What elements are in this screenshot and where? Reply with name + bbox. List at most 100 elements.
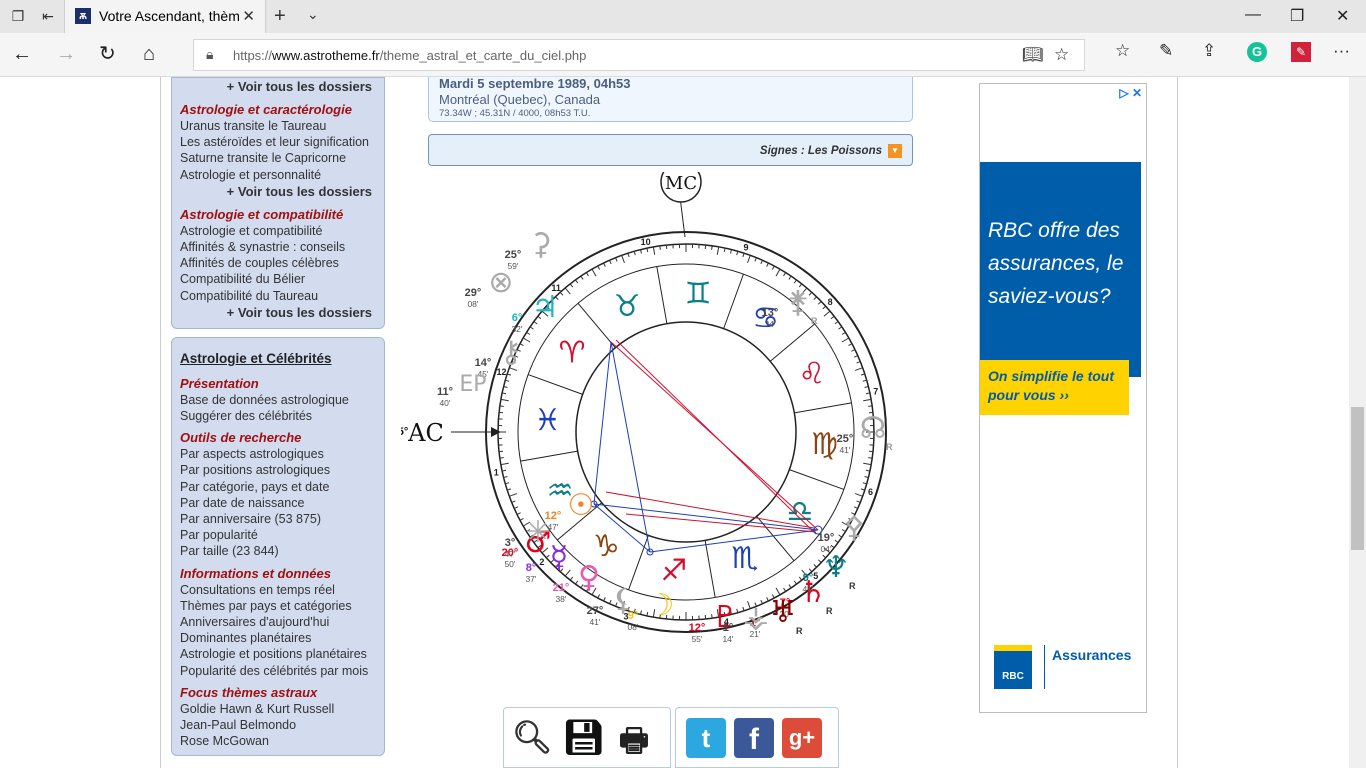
- planet-glyph: ♆: [823, 550, 850, 585]
- sidebar-link[interactable]: Affinités de couples célèbres: [180, 255, 376, 271]
- planet-glyph: EP: [459, 372, 486, 397]
- extension-icon[interactable]: ✎: [1291, 42, 1311, 62]
- sidebar-link[interactable]: Astrologie et personnalité: [180, 167, 376, 183]
- planet-minutes: 47': [504, 549, 515, 559]
- close-window-icon[interactable]: ✕: [1336, 6, 1349, 26]
- favorites-hub-icon[interactable]: ☆: [1115, 41, 1130, 61]
- sidebar-link[interactable]: Les astéroïdes et leur signification: [180, 134, 376, 150]
- degree-tick: [868, 405, 873, 407]
- planet-degree: 11°: [437, 386, 453, 398]
- home-icon[interactable]: ⌂: [143, 43, 155, 65]
- planet-minutes: 08': [467, 299, 478, 309]
- sidebar-link[interactable]: Par date de naissance: [180, 495, 376, 511]
- sidebar-link[interactable]: Affinités & synastrie : conseils: [180, 239, 376, 255]
- url-text[interactable]: https://www.astrotheme.fr/theme_astral_e…: [233, 48, 586, 63]
- retrograde-marker: R: [796, 626, 803, 636]
- section-heading[interactable]: Astrologie et compatibilité: [180, 207, 376, 223]
- section-heading[interactable]: Outils de recherche: [180, 430, 376, 446]
- sidebar-link[interactable]: Astrologie et compatibilité: [180, 223, 376, 239]
- see-all-dossiers-link[interactable]: + Voir tous les dossiers: [180, 304, 376, 322]
- sidebar-box-celebrities: Astrologie et Célébrités Présentation Ba…: [171, 336, 385, 757]
- sidebar-link[interactable]: Par taille (23 844): [180, 543, 376, 559]
- box-title-link[interactable]: Astrologie et Célébrités: [180, 338, 376, 370]
- tab-actions-icon[interactable]: ❐: [10, 8, 26, 24]
- house-number: 9: [743, 242, 748, 252]
- house-number: 10: [641, 237, 651, 247]
- sidebar-link[interactable]: Par anniversaire (53 875): [180, 511, 376, 527]
- sidebar-link[interactable]: Par positions astrologiques: [180, 462, 376, 478]
- sidebar-link[interactable]: Suggérer des célébrités: [180, 408, 376, 424]
- print-icon[interactable]: 🖶: [614, 718, 654, 758]
- sidebar-link[interactable]: Par aspects astrologiques: [180, 446, 376, 462]
- sidebar-link[interactable]: Astrologie et positions planétaires: [180, 646, 376, 662]
- planet-minutes: 38': [555, 594, 566, 604]
- facebook-icon[interactable]: f: [734, 718, 774, 758]
- back-icon[interactable]: ←: [12, 43, 32, 65]
- forward-icon[interactable]: →: [56, 43, 76, 65]
- section-heading[interactable]: Informations et données: [180, 566, 376, 582]
- sidebar-link[interactable]: Compatibilité du Taureau: [180, 288, 376, 304]
- zodiac-sign-glyph: ♎: [786, 495, 813, 530]
- reading-view-icon[interactable]: 📖︎: [1022, 45, 1044, 65]
- sidebar-link[interactable]: Consultations en temps réel: [180, 582, 376, 598]
- page-scrollbar[interactable]: [1349, 77, 1366, 768]
- sidebar-link[interactable]: Uranus transite le Taureau: [180, 118, 376, 134]
- degree-tick: [711, 245, 713, 250]
- share-icon[interactable]: ⇪: [1202, 41, 1216, 61]
- sidebar-link[interactable]: Jean-Paul Belmondo: [180, 717, 376, 733]
- signs-dropdown[interactable]: Signes : Les Poissons ▼: [428, 134, 913, 166]
- grammarly-icon[interactable]: G: [1247, 42, 1267, 62]
- chart-tools: 🔍︎ 💾︎ 🖶: [503, 707, 671, 768]
- inner-ring: [575, 321, 797, 543]
- retrograde-marker: R: [886, 442, 893, 452]
- sidebar-link[interactable]: Base de données astrologique: [180, 392, 376, 408]
- twitter-icon[interactable]: t: [686, 718, 726, 758]
- close-tab-icon[interactable]: ✕: [242, 7, 255, 25]
- zodiac-sign-glyph: ♌: [799, 356, 826, 391]
- sidebar-link[interactable]: Dominantes planétaires: [180, 630, 376, 646]
- search-icon[interactable]: 🔍︎: [512, 718, 553, 758]
- planet-degree: 21°: [553, 582, 570, 594]
- scrollbar-thumb[interactable]: [1351, 407, 1364, 550]
- sidebar-link[interactable]: Anniversaires d'aujourd'hui: [180, 614, 376, 630]
- ad-blue-panel[interactable]: RBC offre des assurances, le saviez-vous…: [980, 162, 1141, 377]
- pen-icon[interactable]: ✎: [1159, 41, 1173, 61]
- ad-yellow-panel[interactable]: On simplifie le tout pour vous ››: [980, 360, 1129, 415]
- address-bar[interactable]: 🔒︎ https://www.astrotheme.fr/theme_astra…: [193, 39, 1085, 71]
- favorite-star-icon[interactable]: ☆: [1054, 45, 1069, 65]
- planet-degree: 1°: [723, 622, 734, 634]
- planet-minutes: 34': [764, 319, 775, 329]
- chevron-down-icon[interactable]: ⌄: [307, 6, 319, 23]
- sidebar-link[interactable]: Thèmes par pays et catégories: [180, 598, 376, 614]
- sidebar-link[interactable]: Rose McGowan: [180, 733, 376, 749]
- planet-degree: 9°: [803, 572, 814, 584]
- birth-place: Montréal (Quebec), Canada: [439, 92, 601, 107]
- lock-icon[interactable]: 🔒︎: [206, 46, 213, 63]
- planet-glyph: ☉: [568, 488, 595, 523]
- sidebar-link[interactable]: Saturne transite le Capricorne: [180, 150, 376, 166]
- sidebar-link[interactable]: Par catégorie, pays et date: [180, 479, 376, 495]
- see-all-dossiers-link[interactable]: + Voir tous les dossiers: [180, 78, 376, 96]
- minimize-icon[interactable]: —: [1245, 6, 1261, 24]
- see-all-dossiers-link[interactable]: + Voir tous les dossiers: [180, 183, 376, 201]
- google-plus-icon[interactable]: g+: [782, 718, 822, 758]
- restore-icon[interactable]: ❐: [1290, 6, 1304, 26]
- dropdown-arrow-icon[interactable]: ▼: [888, 144, 902, 158]
- save-icon[interactable]: 💾︎: [562, 718, 605, 758]
- share-tools: t f g+: [675, 707, 839, 768]
- sidebar-link[interactable]: Par popularité: [180, 527, 376, 543]
- ad-choices-icon[interactable]: ▷ ✕: [1119, 86, 1142, 100]
- rbc-advertisement[interactable]: ▷ ✕ RBC offre des assurances, le saviez-…: [979, 83, 1147, 713]
- sidebar-link[interactable]: Popularité des célébrités par mois: [180, 663, 376, 679]
- sidebar-link[interactable]: Goldie Hawn & Kurt Russell: [180, 701, 376, 717]
- section-heading[interactable]: Focus thèmes astraux: [180, 685, 376, 701]
- section-heading[interactable]: Astrologie et caractérologie: [180, 102, 376, 118]
- browser-tab[interactable]: ѫ Votre Ascendant, thème ✕: [64, 0, 266, 33]
- more-icon[interactable]: ···: [1333, 41, 1350, 61]
- rbc-logo: RBC: [994, 645, 1032, 689]
- section-heading[interactable]: Présentation: [180, 376, 376, 392]
- new-tab-icon[interactable]: +: [274, 5, 286, 28]
- set-tabs-aside-icon[interactable]: ⇤: [40, 8, 56, 24]
- refresh-icon[interactable]: ↻: [99, 43, 116, 65]
- sidebar-link[interactable]: Compatibilité du Bélier: [180, 271, 376, 287]
